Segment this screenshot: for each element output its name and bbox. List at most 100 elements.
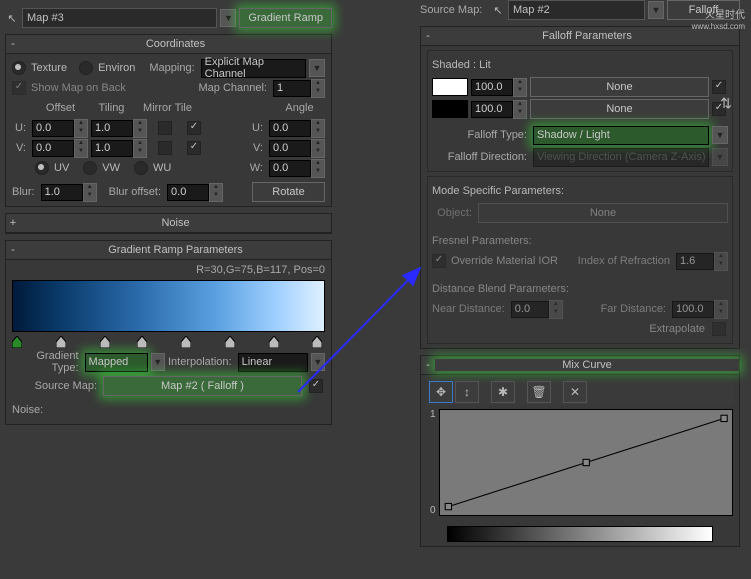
environ-radio[interactable] — [79, 61, 93, 75]
fresnel-header: Fresnel Parameters: — [432, 235, 532, 247]
source-map-label-right: Source Map: — [420, 4, 488, 16]
wu-radio[interactable] — [134, 161, 148, 175]
swatch-1-spinner[interactable]: ▲▼ — [513, 78, 527, 97]
source-map-dd-icon[interactable]: ▼ — [648, 1, 664, 19]
map-name-field[interactable]: Map #3 — [22, 8, 217, 28]
swatch-2-spinner[interactable]: ▲▼ — [513, 100, 527, 119]
swatch-2-map-button[interactable]: None — [530, 99, 709, 119]
ior-input: 1.6 — [676, 253, 714, 270]
delete-point-icon[interactable]: 🗑 — [527, 381, 551, 403]
uv-radio[interactable] — [35, 161, 49, 175]
curve-y-min: 0 — [430, 505, 436, 516]
rotate-button[interactable]: Rotate — [252, 182, 325, 202]
blur-spinner[interactable]: ▲▼ — [83, 183, 97, 202]
swatch-2[interactable] — [432, 100, 468, 118]
u-label: U: — [12, 122, 29, 134]
far-distance-spinner: ▲▼ — [714, 300, 728, 319]
swatch-1-value[interactable]: 100.0 — [471, 79, 513, 96]
v-tiling-input[interactable]: 1.0 — [91, 140, 133, 157]
coordinates-rollout: -Coordinates Texture Environ Mapping: Ex… — [5, 34, 332, 207]
gradient-stop[interactable] — [269, 336, 279, 348]
gradient-stop[interactable] — [100, 336, 110, 348]
v-angle-input[interactable]: 0.0 — [269, 140, 311, 157]
gradient-ramp-button[interactable]: Gradient Ramp — [239, 8, 332, 28]
u-tiling-spinner[interactable]: ▲▼ — [133, 119, 147, 138]
environ-label: Environ — [98, 62, 135, 74]
v-angle-label: V: — [249, 142, 266, 154]
near-distance-input: 0.0 — [511, 301, 549, 318]
interpolation-dd-icon[interactable]: ▼ — [311, 353, 325, 371]
map-channel-input[interactable]: 1 — [273, 80, 311, 97]
gradient-ramp-rollout: -Gradient Ramp Parameters R=30,G=75,B=11… — [5, 240, 332, 425]
gradient-stop[interactable] — [12, 336, 22, 348]
interpolation-dropdown[interactable]: Linear — [238, 353, 308, 372]
object-label: Object: — [432, 207, 475, 219]
gradient-stop[interactable] — [312, 336, 322, 348]
near-distance-spinner: ▲▼ — [549, 300, 563, 319]
gradient-stop[interactable] — [225, 336, 235, 348]
falloff-type-dd-icon[interactable]: ▼ — [712, 126, 728, 144]
move-tool-icon[interactable]: ✥ — [429, 381, 453, 403]
curve-toolbar: ✥ ↕ ✱ 🗑 ✕ — [427, 379, 733, 405]
uv-label: UV — [54, 162, 69, 174]
v-offset-spinner[interactable]: ▲▼ — [74, 139, 88, 158]
mix-curve-header[interactable]: -Mix Curve — [421, 356, 739, 375]
u-tiling-input[interactable]: 1.0 — [91, 120, 133, 137]
vw-radio[interactable] — [83, 161, 97, 175]
scale-tool-icon[interactable]: ↕ — [455, 381, 479, 403]
falloff-type-dropdown[interactable]: Shadow / Light — [533, 126, 709, 145]
v-angle-spinner[interactable]: ▲▼ — [311, 139, 325, 158]
gradient-preview[interactable] — [12, 280, 325, 332]
w-angle-label: W: — [249, 162, 266, 174]
pick-icon[interactable]: ↖ — [491, 4, 505, 17]
source-map-check-left[interactable] — [309, 379, 323, 393]
u-angle-spinner[interactable]: ▲▼ — [311, 119, 325, 138]
gradient-ramp-header[interactable]: -Gradient Ramp Parameters — [6, 241, 331, 260]
map-dd-icon[interactable]: ▼ — [220, 9, 236, 27]
source-map-field-right[interactable]: Map #2 — [508, 0, 645, 20]
gradient-stop[interactable] — [137, 336, 147, 348]
vw-label: VW — [102, 162, 120, 174]
v-offset-input[interactable]: 0.0 — [32, 140, 74, 157]
gradient-type-dropdown[interactable]: Mapped — [85, 353, 148, 372]
blur-offset-spinner[interactable]: ▲▼ — [209, 183, 223, 202]
curve-y-max: 1 — [430, 409, 436, 420]
gradient-type-label: Gradient Type: — [12, 350, 82, 374]
texture-radio[interactable] — [12, 61, 26, 75]
swatch-1[interactable] — [432, 78, 468, 96]
swatch-1-check[interactable] — [712, 80, 726, 94]
u-angle-input[interactable]: 0.0 — [269, 120, 311, 137]
swatch-2-value[interactable]: 100.0 — [471, 101, 513, 118]
v-tile-check[interactable] — [187, 141, 201, 155]
coordinates-header[interactable]: -Coordinates — [6, 35, 331, 54]
u-mirror-check[interactable] — [158, 121, 172, 135]
gradient-track[interactable] — [12, 336, 325, 348]
far-distance-label: Far Distance: — [601, 303, 669, 315]
noise-header[interactable]: +Noise — [6, 214, 331, 233]
curve-editor[interactable] — [439, 409, 733, 516]
v-tiling-spinner[interactable]: ▲▼ — [133, 139, 147, 158]
source-map-button-left[interactable]: Map #2 ( Falloff ) — [103, 376, 302, 396]
gradient-stop[interactable] — [56, 336, 66, 348]
swap-icon[interactable]: ⇅ — [720, 95, 732, 112]
pick-icon[interactable]: ↖ — [5, 12, 19, 25]
offset-header: Offset — [38, 102, 86, 114]
gradient-stop[interactable] — [181, 336, 191, 348]
mapping-dd-icon[interactable]: ▼ — [309, 59, 325, 77]
u-offset-input[interactable]: 0.0 — [32, 120, 74, 137]
u-offset-spinner[interactable]: ▲▼ — [74, 119, 88, 138]
w-angle-input[interactable]: 0.0 — [269, 160, 311, 177]
gradient-type-dd-icon[interactable]: ▼ — [151, 353, 165, 371]
blur-offset-input[interactable]: 0.0 — [167, 184, 209, 201]
blur-input[interactable]: 1.0 — [41, 184, 83, 201]
w-angle-spinner[interactable]: ▲▼ — [311, 159, 325, 178]
u-tile-check[interactable] — [187, 121, 201, 135]
add-point-icon[interactable]: ✱ — [491, 381, 515, 403]
map-channel-spinner[interactable]: ▲▼ — [311, 79, 325, 98]
reset-curve-icon[interactable]: ✕ — [563, 381, 587, 403]
mapping-dropdown[interactable]: Explicit Map Channel — [201, 59, 306, 78]
falloff-direction-dropdown: Viewing Direction (Camera Z-Axis) — [533, 148, 709, 167]
v-mirror-check[interactable] — [158, 141, 172, 155]
mode-specific-label: Mode Specific Parameters: — [432, 185, 564, 197]
swatch-1-map-button[interactable]: None — [530, 77, 709, 97]
